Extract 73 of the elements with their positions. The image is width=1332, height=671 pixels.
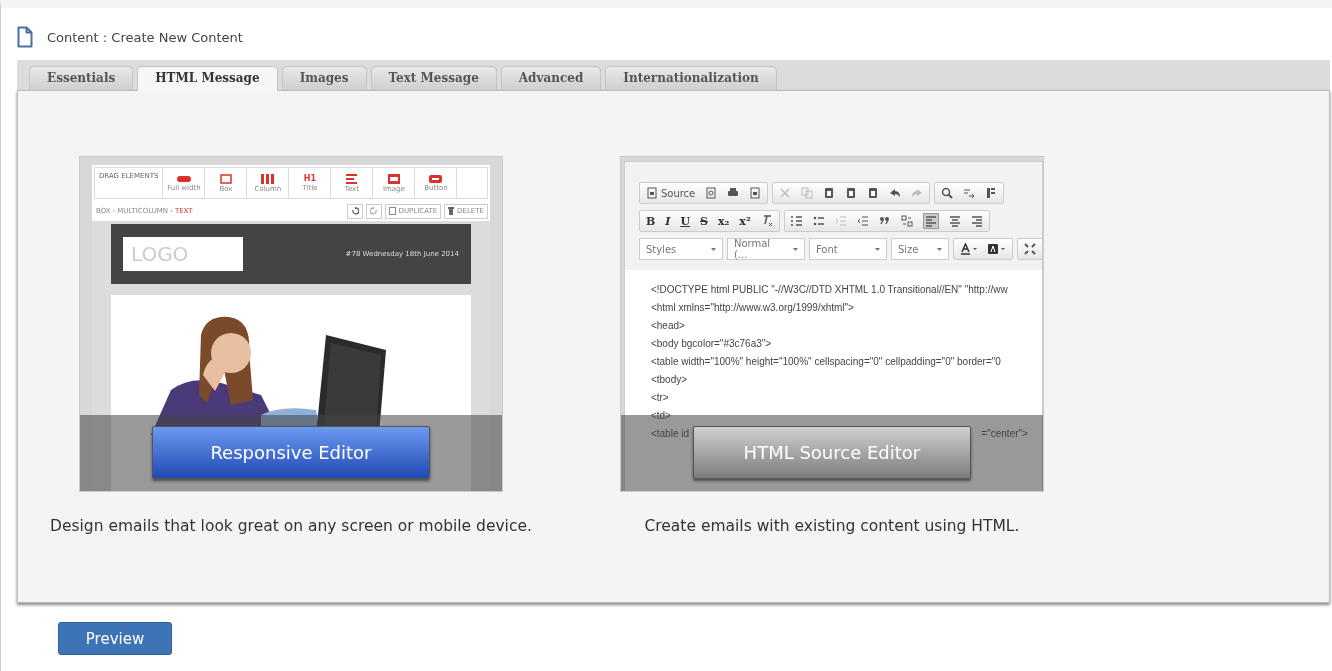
tab[interactable]: Text Message: [370, 66, 497, 90]
dropdown[interactable]: Size: [890, 238, 949, 260]
preview-button[interactable]: Preview: [58, 622, 172, 655]
redo-icon: [911, 187, 924, 199]
code-line: <!DOCTYPE html PUBLIC "-//W3C//DTD XHTML 1.0 Transitional//EN" "http://ww: [650, 284, 1009, 297]
tab[interactable]: Essentials: [29, 66, 134, 90]
paste-icon: [845, 187, 858, 199]
align-center-icon: [948, 215, 961, 227]
code-line: <html xmlns="http://www.w3.org/1999/xhtml">: [650, 302, 855, 315]
image-icon: [387, 173, 400, 184]
paste-icon: [823, 187, 836, 199]
editor-description: Create emails with existing content using HTML.: [644, 517, 1020, 535]
preview-icon: [705, 187, 718, 199]
button-icon: [429, 174, 443, 183]
cut-icon: [779, 187, 792, 199]
document-icon: [17, 26, 33, 48]
numbered-list-icon: [790, 215, 803, 227]
trash-icon: [448, 207, 455, 215]
code-line: <tbody>: [650, 374, 689, 387]
align-right-icon: [970, 215, 983, 227]
page-title: Content : Create New Content: [47, 29, 243, 45]
caret-icon: [710, 247, 716, 251]
editor-button[interactable]: Responsive Editor: [151, 426, 430, 479]
copy-icon: [388, 207, 396, 215]
text-color-icon: [959, 243, 978, 255]
replace-icon: [963, 187, 976, 199]
format-button[interactable]: U: [680, 214, 690, 228]
caret-icon: [874, 247, 880, 251]
align-left-button[interactable]: [922, 213, 939, 229]
code-line: <head>: [650, 320, 686, 333]
undo-icon: [889, 187, 902, 199]
code-line: ="center">: [981, 428, 1028, 440]
outdent-icon: [834, 215, 847, 227]
format-button[interactable]: x²: [739, 214, 751, 228]
code-line: <body bgcolor="#3c76a3">: [650, 338, 773, 351]
caret-icon: [792, 247, 798, 251]
tab[interactable]: Advanced: [500, 66, 602, 90]
dropdown[interactable]: Styles: [638, 238, 723, 260]
indent-icon: [856, 215, 869, 227]
dropdown[interactable]: Normal (...: [726, 238, 805, 260]
code-line: <tr>: [650, 392, 670, 405]
code-line: <table width="100%" height="100%" cellspacing="0" cellpadding="0" border="0: [650, 356, 1002, 369]
bullet-list-icon: [812, 215, 825, 227]
quote-icon: [878, 215, 891, 227]
paste-icon: [867, 187, 880, 199]
source-button[interactable]: Source: [645, 187, 696, 199]
redo-icon: [369, 207, 378, 215]
box-icon: [219, 173, 232, 184]
undo-button[interactable]: [346, 203, 363, 219]
search-icon: [941, 187, 954, 199]
format-button[interactable]: S: [700, 214, 708, 228]
editor-description: Design emails that look great on any screen or mobile device.: [50, 517, 532, 535]
undo-icon: [350, 207, 359, 215]
dropdown[interactable]: Font: [808, 238, 887, 260]
format-button[interactable]: I: [665, 214, 671, 228]
full-width-icon: [176, 174, 191, 183]
background-color-icon: [987, 243, 1006, 255]
maximize-icon: [1023, 243, 1036, 255]
maximize-button[interactable]: [1016, 238, 1042, 260]
text-lines-icon: [346, 173, 358, 184]
format-button[interactable]: B: [645, 214, 656, 228]
columns-icon: [261, 173, 275, 184]
format-button[interactable]: x₂: [717, 214, 730, 228]
tab[interactable]: Internationalization: [605, 66, 777, 90]
tab[interactable]: Images: [281, 66, 367, 90]
document-icon: [645, 187, 658, 199]
code-line: <table id: [650, 428, 689, 440]
copy-icon: [801, 187, 814, 199]
heading-glyph: H1: [303, 174, 317, 183]
caret-icon: [936, 247, 942, 251]
tab[interactable]: HTML Message: [137, 66, 278, 91]
align-left-icon: [924, 215, 937, 227]
print-icon: [727, 187, 740, 199]
